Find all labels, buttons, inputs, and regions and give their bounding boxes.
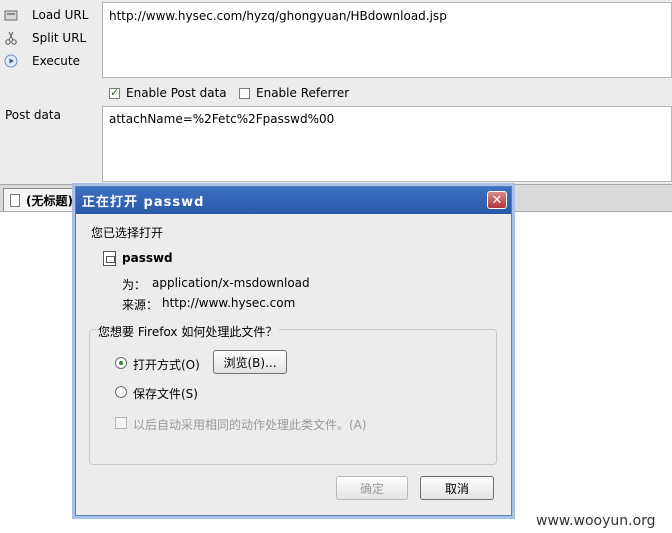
close-icon: ✕: [491, 192, 503, 208]
load-url-label: Load URL: [32, 8, 89, 22]
ok-button[interactable]: 确定: [336, 476, 408, 500]
watermark: www.wooyun.org: [536, 513, 656, 529]
action-question: 您想要 Firefox 如何处理此文件？: [96, 323, 280, 340]
close-button[interactable]: ✕: [487, 191, 507, 209]
enable-post-data-label: Enable Post data: [126, 86, 227, 100]
file-name: passwd: [122, 251, 173, 265]
auto-handle-checkbox[interactable]: [115, 417, 127, 429]
execute-button[interactable]: Execute: [0, 50, 100, 72]
file-source-value: http://www.hysec.com: [162, 296, 296, 310]
dialog-intro: 您已选择打开: [91, 226, 164, 240]
enable-referrer-checkbox[interactable]: Enable Referrer: [239, 86, 349, 100]
auto-handle-label: 以后自动采用相同的动作处理此类文件。(A): [133, 418, 367, 432]
open-file-dialog: 正在打开 passwd ✕ 您已选择打开 passwd 为： applicati…: [75, 186, 512, 516]
split-url-button[interactable]: Split URL: [0, 27, 100, 49]
hackbar-panel: Load URL Split URL Execute http://www.hy…: [0, 0, 672, 184]
enable-post-data-checkbox[interactable]: Enable Post data: [109, 86, 227, 100]
execute-label: Execute: [32, 54, 80, 68]
post-data-input[interactable]: attachName=%2Fetc%2Fpasswd%00: [102, 106, 672, 182]
file-icon: [103, 251, 116, 266]
open-with-label[interactable]: 打开方式(O): [133, 356, 200, 373]
browse-button[interactable]: 浏览(B)...: [213, 350, 287, 374]
post-data-label: Post data: [5, 108, 61, 122]
enable-referrer-label: Enable Referrer: [256, 86, 350, 100]
file-source-label: 来源：: [122, 298, 159, 312]
play-icon: [4, 54, 18, 68]
url-input[interactable]: http://www.hysec.com/hyzq/ghongyuan/HBdo…: [102, 2, 672, 78]
file-type-label: 为：: [122, 278, 147, 292]
file-type-value: application/x-msdownload: [152, 276, 310, 290]
split-url-label: Split URL: [32, 31, 87, 45]
tab-title: (无标题): [26, 193, 73, 208]
save-file-label[interactable]: 保存文件(S): [133, 385, 198, 402]
browse-label: 浏览(B)...: [223, 355, 277, 370]
dialog-titlebar[interactable]: 正在打开 passwd: [76, 187, 511, 214]
document-icon: [10, 193, 20, 207]
load-url-button[interactable]: Load URL: [0, 4, 100, 26]
enable-post-data-check[interactable]: [109, 86, 120, 99]
cancel-label: 取消: [444, 481, 469, 496]
enable-referrer-check[interactable]: [239, 87, 250, 99]
ok-label: 确定: [359, 481, 384, 496]
cancel-button[interactable]: 取消: [420, 476, 494, 500]
dialog-title: 正在打开 passwd: [82, 195, 205, 210]
scissors-icon: [4, 31, 18, 45]
open-with-radio[interactable]: [115, 357, 127, 369]
save-file-radio[interactable]: [115, 386, 127, 398]
load-url-icon: [4, 8, 18, 22]
